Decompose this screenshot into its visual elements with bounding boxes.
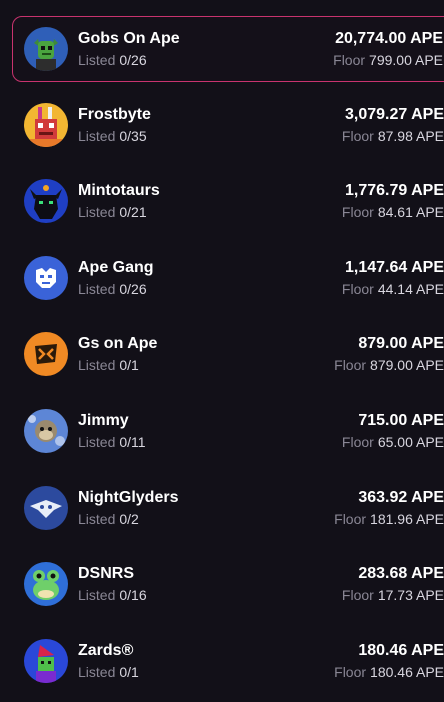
collection-name: Ape Gang xyxy=(78,258,154,276)
floor-label: Floor xyxy=(341,127,374,144)
floor-label: Floor xyxy=(341,204,374,221)
ape-logo-avatar-icon xyxy=(24,255,68,300)
floor-label: Floor xyxy=(334,357,367,374)
collection-volume: 20,774.00 APE xyxy=(335,30,443,47)
floor-value: 87.98 APE xyxy=(377,127,444,144)
collection-volume: 879.00 APE xyxy=(358,335,444,353)
floor-value: 65.00 APE xyxy=(377,433,444,450)
glider-avatar-icon xyxy=(24,485,68,530)
floor-value: 879.00 APE xyxy=(370,357,444,374)
listed-count: Listed 0/16 xyxy=(78,587,147,603)
listed-label: Listed xyxy=(78,204,116,221)
listed-label: Listed xyxy=(78,357,116,374)
floor-price: Floor 65.00 APE xyxy=(342,434,444,450)
floor-price: Floor 181.96 APE xyxy=(334,511,444,527)
monkey-avatar-icon xyxy=(24,408,68,453)
floor-value: 84.61 APE xyxy=(377,204,444,221)
floor-value: 181.96 APE xyxy=(370,510,444,527)
listed-value: 0/2 xyxy=(119,510,139,527)
floor-price: Floor 44.14 APE xyxy=(342,281,444,297)
listed-label: Listed xyxy=(78,127,116,144)
listed-value: 0/21 xyxy=(119,204,147,221)
collection-volume: 1,147.64 APE xyxy=(344,258,444,276)
listed-value: 0/11 xyxy=(119,433,146,450)
floor-label: Floor xyxy=(333,52,366,68)
collection-list: Gobs On Ape Listed 0/26 20,774.00 APE Flo… xyxy=(0,0,444,702)
collection-volume: 3,079.27 APE xyxy=(344,105,444,123)
collection-row-mintotaurs[interactable]: Mintotaurs Listed 0/21 1,776.79 APE Floor… xyxy=(12,169,444,246)
listed-count: Listed 0/1 xyxy=(78,357,139,373)
collection-volume: 283.68 APE xyxy=(358,565,444,583)
listed-value: 0/26 xyxy=(119,280,147,297)
collection-name: Zards® xyxy=(78,641,134,659)
collection-volume: 180.46 APE xyxy=(358,641,444,659)
floor-label: Floor xyxy=(341,587,374,604)
robot-avatar-icon xyxy=(24,102,68,147)
listed-label: Listed xyxy=(78,433,116,450)
collection-name: Jimmy xyxy=(78,411,129,429)
floor-price: Floor 87.98 APE xyxy=(342,128,444,144)
collection-name: Gobs On Ape xyxy=(78,30,180,47)
listed-count: Listed 0/1 xyxy=(78,664,139,680)
listed-count: Listed 0/11 xyxy=(78,434,146,450)
listed-value: 0/35 xyxy=(119,127,147,144)
collection-row-nightglyders[interactable]: NightGlyders Listed 0/2 363.92 APE Floor 1… xyxy=(12,476,444,553)
wizard-avatar-icon xyxy=(24,638,68,683)
listed-value: 0/26 xyxy=(119,52,147,68)
frog-avatar-icon xyxy=(24,562,68,607)
collection-row-gobs-on-ape[interactable]: Gobs On Ape Listed 0/26 20,774.00 APE Flo… xyxy=(12,16,444,82)
collection-row-dsnrs[interactable]: DSNRS Listed 0/16 283.68 APE Floor 17.73 A… xyxy=(12,552,444,629)
floor-label: Floor xyxy=(334,663,367,680)
floor-value: 180.46 APE xyxy=(370,663,444,680)
minotaur-avatar-icon xyxy=(24,179,68,224)
floor-price: Floor 799.00 APE xyxy=(333,52,443,68)
listed-value: 0/1 xyxy=(119,663,139,680)
floor-price: Floor 84.61 APE xyxy=(342,204,444,220)
collection-volume: 363.92 APE xyxy=(358,488,444,506)
collection-row-frostbyte[interactable]: Frostbyte Listed 0/35 3,079.27 APE Floor 8… xyxy=(12,93,444,170)
goblin-avatar-icon xyxy=(24,27,68,71)
floor-value: 17.73 APE xyxy=(377,587,444,604)
listed-count: Listed 0/35 xyxy=(78,128,147,144)
floor-price: Floor 17.73 APE xyxy=(342,587,444,603)
floor-value: 44.14 APE xyxy=(377,280,444,297)
gs-logo-avatar-icon xyxy=(24,332,68,377)
collection-volume: 1,776.79 APE xyxy=(344,182,444,200)
listed-label: Listed xyxy=(78,280,116,297)
floor-price: Floor 879.00 APE xyxy=(334,357,444,373)
collection-row-jimmy[interactable]: Jimmy Listed 0/11 715.00 APE Floor 65.00 A… xyxy=(12,399,444,476)
collection-name: Frostbyte xyxy=(78,105,151,123)
floor-label: Floor xyxy=(334,510,367,527)
floor-value: 799.00 APE xyxy=(369,52,443,68)
listed-value: 0/1 xyxy=(119,357,139,374)
floor-label: Floor xyxy=(341,433,374,450)
collection-row-gs-on-ape[interactable]: Gs on Ape Listed 0/1 879.00 APE Floor 879.… xyxy=(12,322,444,399)
collection-name: Mintotaurs xyxy=(78,182,160,200)
collection-name: Gs on Ape xyxy=(78,335,158,353)
listed-label: Listed xyxy=(78,663,116,680)
floor-label: Floor xyxy=(341,280,374,297)
listed-count: Listed 0/26 xyxy=(78,52,147,68)
listed-value: 0/16 xyxy=(119,587,147,604)
collection-name: NightGlyders xyxy=(78,488,179,506)
collection-volume: 715.00 APE xyxy=(358,411,444,429)
listed-label: Listed xyxy=(78,52,116,68)
listed-label: Listed xyxy=(78,587,116,604)
listed-count: Listed 0/21 xyxy=(78,204,147,220)
floor-price: Floor 180.46 APE xyxy=(334,664,444,680)
collection-name: DSNRS xyxy=(78,565,135,583)
listed-count: Listed 0/26 xyxy=(78,281,147,297)
collection-row-zards[interactable]: Zards® Listed 0/1 180.46 APE Floor 180.46 … xyxy=(12,629,444,702)
listed-label: Listed xyxy=(78,510,116,527)
collection-row-ape-gang[interactable]: Ape Gang Listed 0/26 1,147.64 APE Floor 44… xyxy=(12,246,444,323)
listed-count: Listed 0/2 xyxy=(78,511,139,527)
